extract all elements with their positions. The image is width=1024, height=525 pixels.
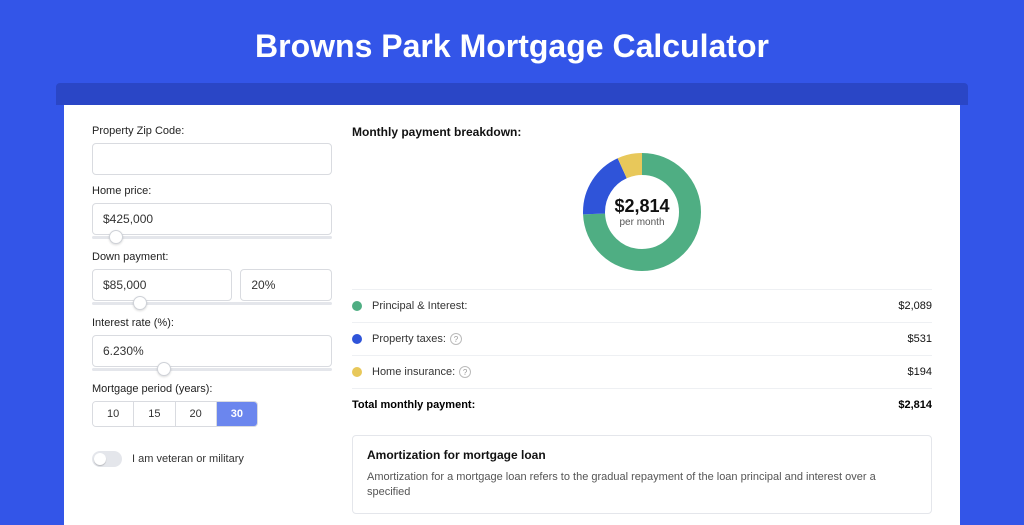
donut-sub: per month (619, 217, 664, 228)
period-btn-10[interactable]: 10 (93, 402, 134, 426)
home-price-slider[interactable] (92, 233, 332, 241)
page: Browns Park Mortgage Calculator Property… (0, 0, 1024, 512)
info-icon[interactable]: ? (450, 333, 462, 345)
card-shadow (56, 83, 968, 105)
period-label: Mortgage period (years): (92, 383, 332, 395)
line-item-total: Total monthly payment: $2,814 (352, 388, 932, 421)
veteran-toggle[interactable] (92, 451, 122, 467)
amortization-text: Amortization for a mortgage loan refers … (367, 470, 917, 501)
home-price-input[interactable] (92, 203, 332, 235)
donut-chart: $2,814 per month (352, 149, 932, 275)
dot-icon (352, 334, 362, 344)
down-payment-pct-input[interactable] (240, 269, 332, 301)
amortization-title: Amortization for mortgage loan (367, 448, 917, 462)
period-group: 10 15 20 30 (92, 401, 258, 427)
calculator-card: Property Zip Code: Home price: Down paym… (64, 105, 960, 525)
donut-value: $2,814 (614, 196, 669, 217)
veteran-label: I am veteran or military (132, 453, 244, 465)
period-btn-30[interactable]: 30 (217, 402, 257, 426)
line-item-principal: Principal & Interest: $2,089 (352, 289, 932, 322)
zip-label: Property Zip Code: (92, 125, 332, 137)
home-price-label: Home price: (92, 185, 332, 197)
zip-input[interactable] (92, 143, 332, 175)
down-payment-input[interactable] (92, 269, 232, 301)
line-item-taxes: Property taxes: ? $531 (352, 322, 932, 355)
amortization-card: Amortization for mortgage loan Amortizat… (352, 435, 932, 514)
interest-input[interactable] (92, 335, 332, 367)
form-panel: Property Zip Code: Home price: Down paym… (92, 125, 332, 505)
period-btn-20[interactable]: 20 (176, 402, 217, 426)
interest-label: Interest rate (%): (92, 317, 332, 329)
page-title: Browns Park Mortgage Calculator (0, 0, 1024, 83)
breakdown-title: Monthly payment breakdown: (352, 125, 932, 139)
down-payment-slider[interactable] (92, 299, 332, 307)
dot-icon (352, 301, 362, 311)
info-icon[interactable]: ? (459, 366, 471, 378)
dot-icon (352, 367, 362, 377)
down-payment-label: Down payment: (92, 251, 332, 263)
period-btn-15[interactable]: 15 (134, 402, 175, 426)
interest-slider[interactable] (92, 365, 332, 373)
breakdown-panel: Monthly payment breakdown: $2,814 per mo… (352, 125, 932, 505)
line-item-insurance: Home insurance: ? $194 (352, 355, 932, 388)
